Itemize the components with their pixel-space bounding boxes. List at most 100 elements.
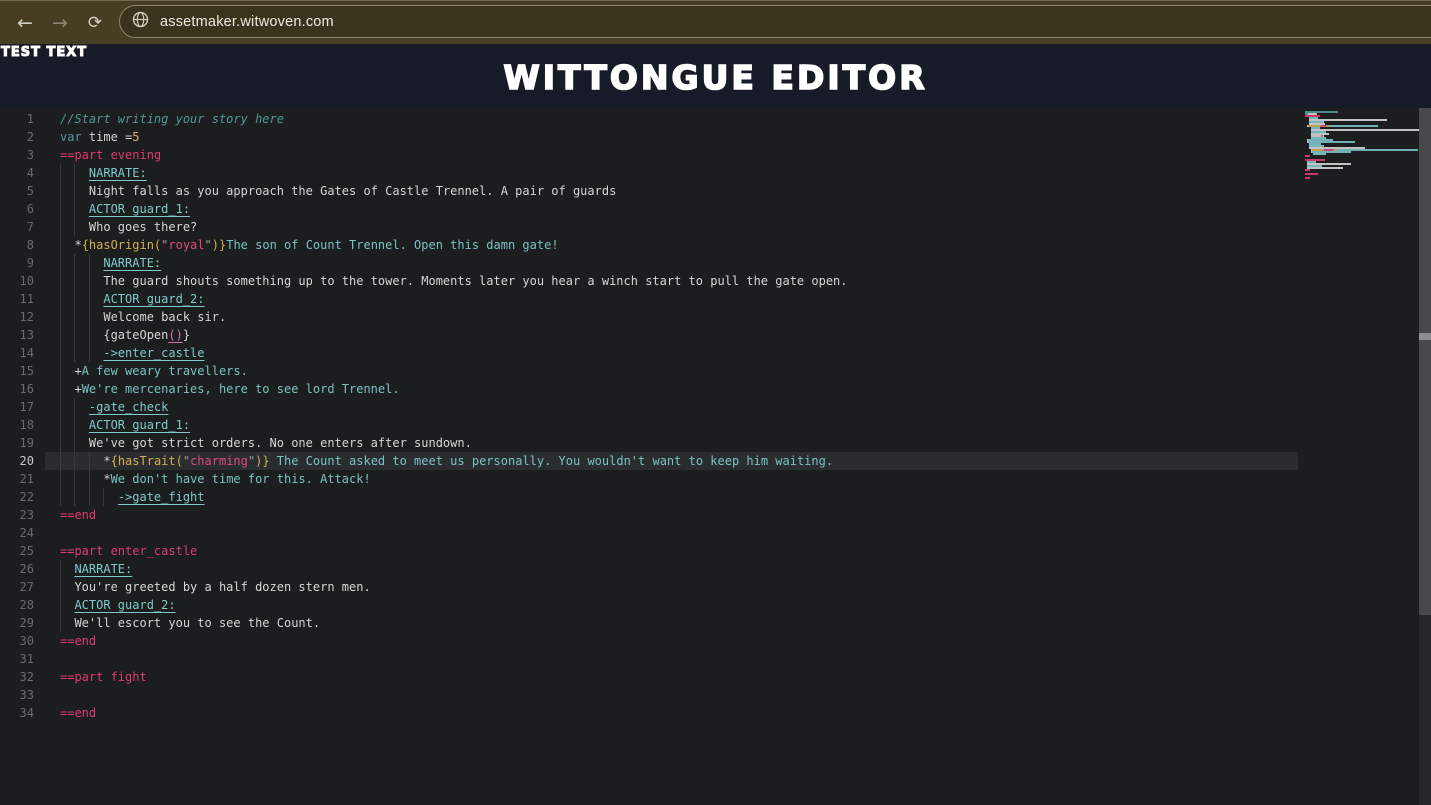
line-number: 13 <box>0 326 34 344</box>
code-line[interactable]: 4 NARRATE: <box>0 164 1431 182</box>
code-line[interactable]: 17 -gate_check <box>0 398 1431 416</box>
code-line[interactable]: 15 +A few weary travellers. <box>0 362 1431 380</box>
code-text: ==part evening <box>60 146 161 164</box>
code-line[interactable]: 30 ==end <box>0 632 1431 650</box>
url-text: assetmaker.witwoven.com <box>160 14 334 30</box>
line-number: 31 <box>0 650 34 668</box>
line-number: 32 <box>0 668 34 686</box>
code-line[interactable]: 29 We'll escort you to see the Count. <box>0 614 1431 632</box>
reload-button[interactable]: ⟳ <box>82 10 108 36</box>
code-line[interactable]: 23==end <box>0 506 1431 524</box>
code-line[interactable]: 5 Night falls as you approach the Gates … <box>0 182 1431 200</box>
code-line[interactable]: 31 <box>0 650 1431 668</box>
scrollbar-band <box>1419 333 1431 340</box>
code-text: ACTOR guard_1: <box>60 416 190 434</box>
code-line[interactable]: 33 <box>0 686 1431 704</box>
code-line[interactable]: 3 ==part evening <box>0 146 1431 164</box>
code-line[interactable]: 1//Start writing your story here <box>0 110 1431 128</box>
code-line[interactable]: 26 NARRATE: <box>0 560 1431 578</box>
code-line[interactable]: 24 <box>0 524 1431 542</box>
code-line[interactable]: 32 ==part fight <box>0 668 1431 686</box>
code-line[interactable]: 14 ->enter_castle <box>0 344 1431 362</box>
code-line[interactable]: 25==part enter_castle <box>0 542 1431 560</box>
code-line[interactable]: 19 We've got strict orders. No one enter… <box>0 434 1431 452</box>
code-line[interactable]: 8 *{hasOrigin("royal")}The son of Count … <box>0 236 1431 254</box>
code-text: -gate_check <box>60 398 168 416</box>
code-text: ==end <box>60 506 96 524</box>
code-text: *{hasTrait("charming")} The Count asked … <box>60 452 833 470</box>
code-text: We'll escort you to see the Count. <box>60 614 320 632</box>
line-number: 24 <box>0 524 34 542</box>
line-number: 26 <box>0 560 34 578</box>
code-text: NARRATE: <box>60 560 132 578</box>
code-line[interactable]: 18 ACTOR guard_1: <box>0 416 1431 434</box>
scrollbar-thumb[interactable] <box>1419 108 1431 615</box>
minimap-segment <box>1305 177 1310 179</box>
line-number: 16 <box>0 380 34 398</box>
code-line[interactable]: 10 The guard shouts something up to the … <box>0 272 1431 290</box>
code-line[interactable]: 9 NARRATE: <box>0 254 1431 272</box>
minimap-line <box>1305 177 1415 179</box>
code-line[interactable]: 16 +We're mercenaries, here to see lord … <box>0 380 1431 398</box>
code-editor[interactable]: 1//Start writing your story here2 var tim… <box>0 108 1431 805</box>
line-number: 29 <box>0 614 34 632</box>
line-number: 14 <box>0 344 34 362</box>
code-text: var time =5 <box>60 128 140 146</box>
line-number: 3 <box>0 146 34 164</box>
code-line[interactable]: 34 ==end <box>0 704 1431 722</box>
code-text: ==part enter_castle <box>60 542 197 560</box>
forward-button[interactable]: → <box>47 10 73 36</box>
code-line[interactable]: 7 Who goes there? <box>0 218 1431 236</box>
code-line[interactable]: 21 *We don't have time for this. Attack! <box>0 470 1431 488</box>
line-number: 21 <box>0 470 34 488</box>
code-line[interactable]: 2 var time =5 <box>0 128 1431 146</box>
code-text: ACTOR guard_2: <box>60 290 205 308</box>
code-text: We've got strict orders. No one enters a… <box>60 434 472 452</box>
line-number: 27 <box>0 578 34 596</box>
code-line[interactable]: 6 ACTOR guard_1: <box>0 200 1431 218</box>
line-number: 30 <box>0 632 34 650</box>
code-text: {gateOpen()} <box>60 326 190 344</box>
minimap[interactable] <box>1305 111 1415 191</box>
code-line[interactable]: 20 *{hasTrait("charming")} The Count ask… <box>0 452 1431 470</box>
code-text: ->gate_fight <box>60 488 205 506</box>
code-text: +A few weary travellers. <box>60 362 248 380</box>
code-text: Welcome back sir. <box>60 308 226 326</box>
line-number: 15 <box>0 362 34 380</box>
line-number: 7 <box>0 218 34 236</box>
back-button[interactable]: ← <box>12 10 38 36</box>
code-line[interactable]: 11 ACTOR guard_2: <box>0 290 1431 308</box>
code-line[interactable]: 28 ACTOR guard_2: <box>0 596 1431 614</box>
page-title: WITTONGUE EDITOR <box>0 58 1431 97</box>
line-number: 10 <box>0 272 34 290</box>
line-number: 28 <box>0 596 34 614</box>
line-number: 6 <box>0 200 34 218</box>
code-text: *{hasOrigin("royal")}The son of Count Tr… <box>60 236 559 254</box>
line-number: 2 <box>0 128 34 146</box>
code-text: Night falls as you approach the Gates of… <box>60 182 616 200</box>
code-text: NARRATE: <box>60 164 147 182</box>
line-number: 18 <box>0 416 34 434</box>
browser-chrome: ← → ⟳ assetmaker.witwoven.com <box>0 0 1431 44</box>
line-number: 4 <box>0 164 34 182</box>
code-line[interactable]: 27 You're greeted by a half dozen stern … <box>0 578 1431 596</box>
code-text: The guard shouts something up to the tow… <box>60 272 848 290</box>
code-text: ==end <box>60 632 96 650</box>
code-text: ACTOR guard_2: <box>60 596 176 614</box>
scrollbar[interactable] <box>1419 108 1431 805</box>
code-text: *We don't have time for this. Attack! <box>60 470 371 488</box>
code-line[interactable]: 13 {gateOpen()} <box>0 326 1431 344</box>
code-text: +We're mercenaries, here to see lord Tre… <box>60 380 400 398</box>
address-bar[interactable]: assetmaker.witwoven.com <box>119 5 1431 38</box>
code-text: Who goes there? <box>60 218 197 236</box>
line-number: 19 <box>0 434 34 452</box>
code-line[interactable]: 12 Welcome back sir. <box>0 308 1431 326</box>
code-text: You're greeted by a half dozen stern men… <box>60 578 371 596</box>
code-line[interactable]: 22 ->gate_fight <box>0 488 1431 506</box>
line-number: 34 <box>0 704 34 722</box>
line-number: 33 <box>0 686 34 704</box>
code-text: ==end <box>60 704 96 722</box>
code-text: //Start writing your story here <box>60 110 284 128</box>
line-number: 11 <box>0 290 34 308</box>
code-text: ==part fight <box>60 668 147 686</box>
